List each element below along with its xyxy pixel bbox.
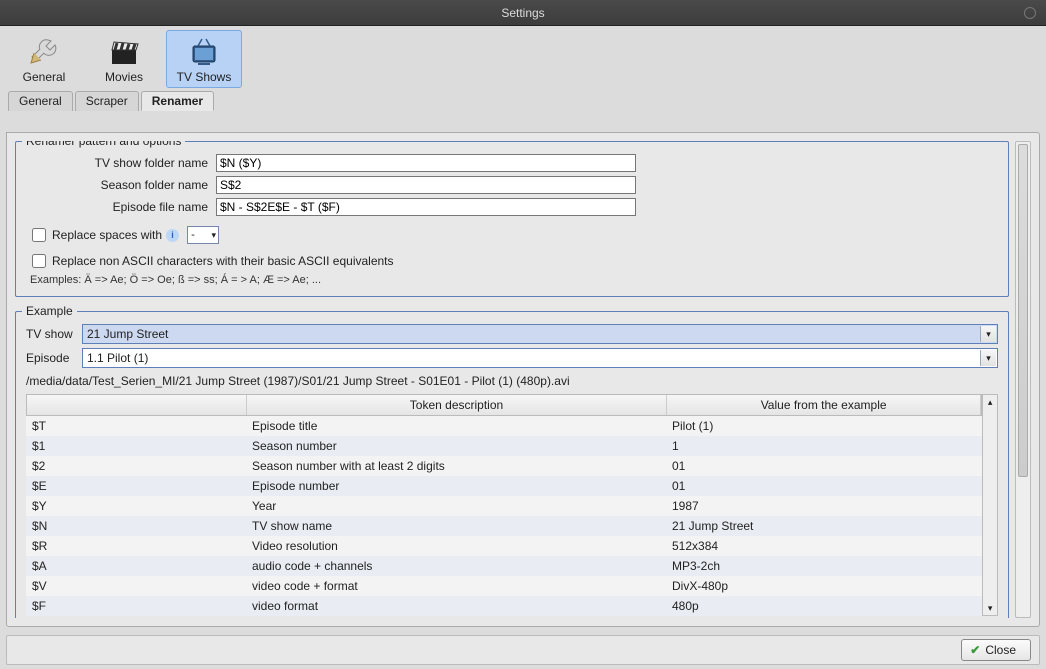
category-general[interactable]: General [6,30,82,88]
th-value: Value from the example [667,395,981,415]
tvshow-folder-label: TV show folder name [26,156,216,170]
token-cell: $2 [26,459,246,473]
token-cell: $T [26,419,246,433]
category-movies[interactable]: Movies [86,30,162,88]
replace-spaces-select[interactable]: - ▾ [187,226,219,244]
token-cell: $V [26,579,246,593]
category-movies-label: Movies [105,70,143,84]
token-cell: $1 [26,439,246,453]
token-cell: $E [26,479,246,493]
tvshow-dropdown[interactable]: 21 Jump Street ▾ [82,324,998,344]
replace-spaces-checkbox[interactable] [32,228,46,242]
value-cell: 480p [666,599,982,613]
episode-dropdown-label: Episode [26,351,82,365]
token-cell: $R [26,539,246,553]
window-titlebar: Settings [0,0,1046,26]
token-cell: $N [26,519,246,533]
table-row[interactable]: $TEpisode titlePilot (1) [26,416,982,436]
token-table: Token description Value from the example… [26,394,982,616]
renamer-pattern-fieldset: Renamer pattern and options TV show fold… [15,141,1009,297]
table-row[interactable]: $EEpisode number01 [26,476,982,496]
episode-file-input[interactable] [216,198,636,216]
replace-ascii-checkbox[interactable] [32,254,46,268]
chevron-down-icon: ▾ [212,230,217,241]
th-token [27,395,247,415]
table-row[interactable]: $Aaudio code + channelsMP3-2ch [26,556,982,576]
value-cell: MP3-2ch [666,559,982,573]
renamer-pattern-legend: Renamer pattern and options [22,141,185,148]
subtabs: General Scraper Renamer [0,90,1046,110]
episode-dropdown[interactable]: 1.1 Pilot (1) ▾ [82,348,998,368]
close-button[interactable]: ✔ Close [961,639,1031,661]
description-cell: Season number [246,439,666,453]
window-close-icon[interactable] [1024,7,1036,19]
page-scrollbar[interactable] [1015,141,1031,618]
window-title: Settings [501,6,544,20]
wrench-icon [28,36,60,68]
value-cell: 21 Jump Street [666,519,982,533]
value-cell: 1 [666,439,982,453]
table-row[interactable]: $1Season number1 [26,436,982,456]
tvshow-dropdown-label: TV show [26,327,82,341]
category-general-label: General [23,70,66,84]
scrollbar-thumb[interactable] [1018,144,1028,477]
page-content: Renamer pattern and options TV show fold… [6,132,1040,627]
table-row[interactable]: $YYear1987 [26,496,982,516]
description-cell: Episode title [246,419,666,433]
table-row[interactable]: $NTV show name21 Jump Street [26,516,982,536]
table-row[interactable]: $RVideo resolution512x384 [26,536,982,556]
table-row[interactable]: $Vvideo code + formatDivX-480p [26,576,982,596]
value-cell: 1987 [666,499,982,513]
info-icon[interactable]: i [166,229,179,242]
ascii-examples-text: Examples: Ä => Ae; Ö => Oe; ß => ss; Á =… [30,274,998,286]
dialog-button-bar: ✔ Close [6,635,1040,665]
description-cell: Episode number [246,479,666,493]
description-cell: TV show name [246,519,666,533]
description-cell: video code + format [246,579,666,593]
scroll-up-icon[interactable]: ▴ [983,395,997,409]
season-folder-input[interactable] [216,176,636,194]
tab-scraper[interactable]: Scraper [75,91,139,111]
th-description: Token description [247,395,667,415]
value-cell: DivX-480p [666,579,982,593]
tvshow-folder-input[interactable] [216,154,636,172]
description-cell: Year [246,499,666,513]
table-row[interactable]: $Fvideo format480p [26,596,982,616]
token-cell: $Y [26,499,246,513]
check-icon: ✔ [970,643,980,657]
description-cell: Video resolution [246,539,666,553]
token-cell: $F [26,599,246,613]
chevron-down-icon: ▾ [980,326,996,342]
description-cell: Season number with at least 2 digits [246,459,666,473]
tab-renamer[interactable]: Renamer [141,91,214,111]
example-fieldset: Example TV show 21 Jump Street ▾ Episode… [15,311,1009,618]
season-folder-label: Season folder name [26,178,216,192]
description-cell: audio code + channels [246,559,666,573]
value-cell: 512x384 [666,539,982,553]
episode-file-label: Episode file name [26,200,216,214]
replace-spaces-label: Replace spaces with [52,228,162,242]
value-cell: 01 [666,459,982,473]
tv-icon [188,36,220,68]
example-path: /media/data/Test_Serien_MI/21 Jump Stree… [26,374,998,388]
tab-general[interactable]: General [8,91,73,111]
token-table-scrollbar[interactable]: ▴ ▾ [982,394,998,616]
value-cell: 01 [666,479,982,493]
description-cell: video format [246,599,666,613]
value-cell: Pilot (1) [666,419,982,433]
category-tvshows-label: TV Shows [177,70,232,84]
replace-ascii-label: Replace non ASCII characters with their … [52,254,394,268]
scroll-down-icon[interactable]: ▾ [983,601,997,615]
token-table-header: Token description Value from the example [26,394,982,416]
close-button-label: Close [985,643,1016,657]
chevron-down-icon: ▾ [980,350,996,366]
category-toolbar: General Movies [0,26,1046,88]
example-legend: Example [22,304,77,318]
table-row[interactable]: $2Season number with at least 2 digits01 [26,456,982,476]
token-cell: $A [26,559,246,573]
category-tvshows[interactable]: TV Shows [166,30,242,88]
clapperboard-icon [108,36,140,68]
